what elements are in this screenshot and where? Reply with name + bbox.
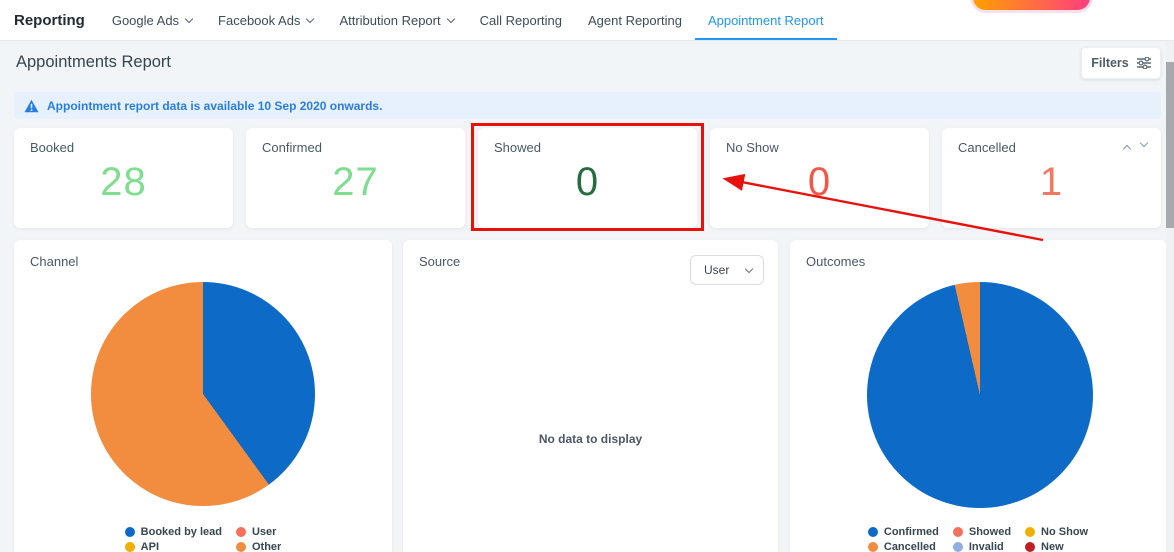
nav-item-attribution-report[interactable]: Attribution Report [326,0,466,40]
nav-item-facebook-ads[interactable]: Facebook Ads [205,0,326,40]
collapse-controls [1124,143,1147,152]
nav-item-label: Google Ads [112,13,179,28]
stat-value: 27 [246,160,465,205]
appointment-report-page: Reporting Google Ads Facebook Ads Attrib… [0,0,1174,552]
scrollbar-thumb[interactable] [1166,62,1174,228]
sliders-icon [1137,57,1151,69]
info-banner: Appointment report data is available 10 … [14,92,1161,119]
nav-item-label: Call Reporting [480,13,562,28]
stat-label: Confirmed [246,128,465,155]
source-chart-card: Source User No data to display [403,240,778,552]
legend-dot [1025,542,1035,552]
chevron-down-icon [745,264,753,272]
chevron-up-icon[interactable] [1123,145,1131,153]
chart-title: Channel [14,240,392,269]
gradient-action-button[interactable] [973,0,1090,10]
dropdown-value: User [704,263,729,277]
nav-item-call-reporting[interactable]: Call Reporting [467,0,575,40]
legend-item-api[interactable]: API [125,541,222,552]
no-data-message: No data to display [403,432,778,446]
nav-item-agent-reporting[interactable]: Agent Reporting [575,0,695,40]
legend-item-booked-by-lead[interactable]: Booked by lead [125,526,222,538]
stat-label: Showed [478,128,697,155]
legend-item-new[interactable]: New [1025,541,1088,552]
legend-dot [1025,527,1035,537]
legend-label: API [141,541,159,552]
chart-legend: Confirmed Cancelled Showed Invalid No Show Ne… [790,526,1166,552]
nav-item-label: Attribution Report [339,13,440,28]
chevron-down-icon [306,14,314,22]
filters-button[interactable]: Filters [1081,47,1161,79]
channel-chart-card: Channel Booked by lead API User Other [14,240,392,552]
channel-pie-chart[interactable] [91,282,315,506]
nav-item-label: Appointment Report [708,13,824,28]
stat-card-booked[interactable]: Booked 28 [14,128,233,228]
page-title: Appointments Report [16,53,171,72]
legend-dot [953,542,963,552]
legend-dot [236,527,246,537]
legend-dot [125,542,135,552]
warning-icon [24,99,39,113]
outcomes-pie-chart[interactable] [867,282,1093,508]
stat-value: 28 [14,160,233,205]
nav-item-label: Agent Reporting [588,13,682,28]
source-user-dropdown[interactable]: User [690,255,764,285]
nav-item-google-ads[interactable]: Google Ads [99,0,205,40]
nav-item-appointment-report[interactable]: Appointment Report [695,0,837,40]
legend-label: Booked by lead [141,526,222,538]
legend-dot [236,542,246,552]
legend-label: No Show [1041,526,1088,538]
stat-card-no-show[interactable]: No Show 0 [710,128,929,228]
chevron-down-icon [185,14,193,22]
chart-legend: Booked by lead API User Other [14,526,392,552]
legend-dot [953,527,963,537]
stat-card-confirmed[interactable]: Confirmed 27 [246,128,465,228]
legend-label: Invalid [969,541,1004,552]
filters-button-label: Filters [1091,56,1129,70]
legend-dot [868,527,878,537]
legend-item-showed[interactable]: Showed [953,526,1011,538]
legend-item-user[interactable]: User [236,526,281,538]
info-banner-text: Appointment report data is available 10 … [47,99,382,113]
scrollbar-track[interactable] [1166,41,1174,552]
legend-label: Confirmed [884,526,939,538]
nav-item-label: Facebook Ads [218,13,300,28]
stat-card-cancelled[interactable]: Cancelled 1 [942,128,1161,228]
legend-item-no-show[interactable]: No Show [1025,526,1088,538]
legend-label: New [1041,541,1064,552]
chevron-down-icon [446,14,454,22]
legend-label: Showed [969,526,1011,538]
legend-item-invalid[interactable]: Invalid [953,541,1011,552]
legend-item-cancelled[interactable]: Cancelled [868,541,939,552]
stat-value: 0 [478,160,697,205]
stat-value: 1 [942,160,1161,205]
stat-value: 0 [710,160,929,205]
legend-label: Other [252,541,281,552]
legend-item-other[interactable]: Other [236,541,281,552]
nav-items: Google Ads Facebook Ads Attribution Repo… [99,0,837,40]
outcomes-chart-card: Outcomes Confirmed Cancelled Showed Invalid… [790,240,1166,552]
legend-item-confirmed[interactable]: Confirmed [868,526,939,538]
app-brand: Reporting [14,12,85,29]
legend-label: User [252,526,276,538]
legend-label: Cancelled [884,541,936,552]
chart-title: Outcomes [790,240,1166,269]
stat-card-showed[interactable]: Showed 0 [478,128,697,228]
legend-dot [125,527,135,537]
stat-label: No Show [710,128,929,155]
legend-dot [868,542,878,552]
stats-row: Booked 28 Confirmed 27 Showed 0 No Show … [14,128,1161,228]
stat-label: Booked [14,128,233,155]
